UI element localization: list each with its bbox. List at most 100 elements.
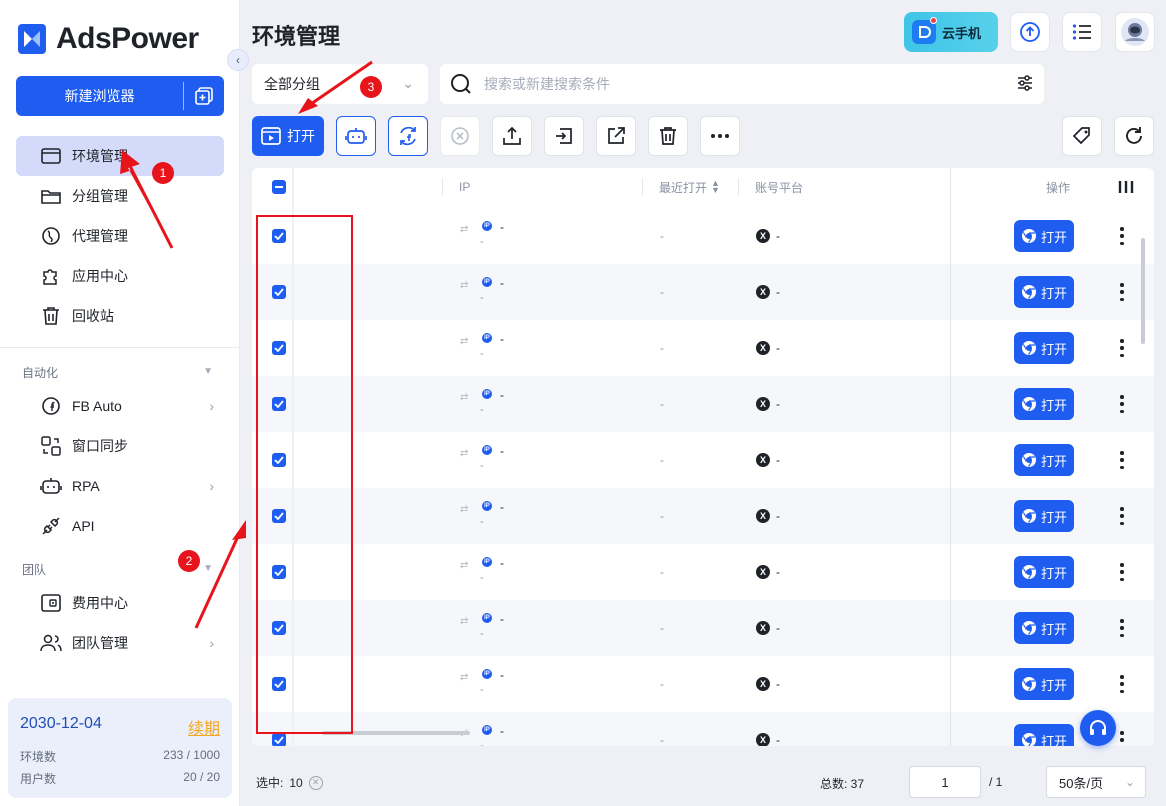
sort-icon[interactable]: ▲ ▼: [711, 179, 720, 195]
x-twitter-icon: X: [756, 453, 770, 467]
table-row[interactable]: ⇄IP---X-打开: [252, 712, 1154, 746]
sidebar-item-team[interactable]: 团队管理 ›: [16, 623, 224, 663]
clear-selection-icon[interactable]: ✕: [308, 775, 323, 790]
open-selected-button[interactable]: 打开: [252, 116, 324, 156]
close-selected-button[interactable]: [440, 116, 480, 156]
last-open-value: -: [660, 509, 664, 523]
column-header-ip[interactable]: IP: [459, 168, 470, 206]
group-select[interactable]: 全部分组 ⌄: [252, 64, 428, 104]
caret-down-icon[interactable]: ▼: [203, 366, 213, 377]
filter-settings-button[interactable]: [1016, 74, 1034, 95]
user-avatar[interactable]: [1115, 12, 1155, 52]
row-more-button[interactable]: [1118, 563, 1126, 581]
column-separator[interactable]: [442, 178, 443, 196]
cloud-phone-button[interactable]: 云手机: [904, 12, 998, 52]
row-more-button[interactable]: [1118, 619, 1126, 637]
row-open-button[interactable]: 打开: [1014, 668, 1074, 700]
row-open-button[interactable]: 打开: [1014, 332, 1074, 364]
support-button[interactable]: [1080, 710, 1116, 746]
row-open-button[interactable]: 打开: [1014, 724, 1074, 746]
page-size-select[interactable]: 50条/页 ⌄: [1046, 766, 1146, 798]
sidebar-item-label: 环境管理: [72, 148, 128, 164]
platform-account: -: [776, 341, 780, 355]
table-row[interactable]: ⇄IP---X-打开: [252, 376, 1154, 432]
search-icon: [451, 74, 471, 94]
row-more-button[interactable]: [1118, 731, 1126, 746]
refresh-icon: [1126, 127, 1142, 144]
delete-button[interactable]: [648, 116, 688, 156]
sidebar-item-app-center[interactable]: 应用中心: [16, 256, 224, 296]
column-settings-button[interactable]: [1118, 168, 1134, 206]
upgrade-button[interactable]: [1010, 12, 1050, 52]
rpa-button[interactable]: [336, 116, 376, 156]
search-input[interactable]: 搜索或新建搜索条件: [440, 64, 1044, 104]
ip-badge-icon: IP: [482, 221, 492, 231]
sidebar-item-label: 分组管理: [72, 188, 128, 204]
row-more-button[interactable]: [1118, 339, 1126, 357]
table-row[interactable]: ⇄IP---X-打开: [252, 600, 1154, 656]
table-row[interactable]: ⇄IP---X-打开: [252, 320, 1154, 376]
row-more-button[interactable]: [1118, 507, 1126, 525]
row-open-button[interactable]: 打开: [1014, 388, 1074, 420]
upload-button[interactable]: [492, 116, 532, 156]
fb-sync-button[interactable]: [388, 116, 428, 156]
sidebar-item-label: API: [72, 518, 95, 534]
facebook-auto-icon: [40, 395, 62, 417]
table-row[interactable]: ⇄IP---X-打开: [252, 264, 1154, 320]
row-checkbox[interactable]: [272, 733, 286, 746]
column-header-last-open[interactable]: 最近打开 ▲ ▼: [659, 168, 720, 206]
table-row[interactable]: ⇄IP---X-打开: [252, 208, 1154, 264]
last-open-value: -: [660, 733, 664, 746]
sidebar-item-profiles[interactable]: 环境管理: [16, 136, 224, 176]
row-open-button[interactable]: 打开: [1014, 444, 1074, 476]
astronaut-avatar-icon: [1121, 18, 1149, 46]
vertical-scrollbar[interactable]: [1141, 238, 1145, 344]
sidebar-item-rpa[interactable]: RPA ›: [16, 466, 224, 506]
swap-icon: ⇄: [460, 280, 469, 291]
table-row[interactable]: ⇄IP---X-打开: [252, 544, 1154, 600]
row-open-label: 打开: [1040, 453, 1067, 469]
row-more-button[interactable]: [1118, 451, 1126, 469]
row-open-button[interactable]: 打开: [1014, 556, 1074, 588]
caret-down-icon[interactable]: ▼: [203, 563, 213, 574]
renew-link[interactable]: 续期: [188, 715, 220, 739]
table-row[interactable]: ⇄IP---X-打开: [252, 488, 1154, 544]
ip-location: -: [480, 292, 484, 304]
row-open-button[interactable]: 打开: [1014, 500, 1074, 532]
row-more-button[interactable]: [1118, 675, 1126, 693]
sidebar-item-billing[interactable]: 费用中心: [16, 583, 224, 623]
table-row[interactable]: ⇄IP---X-打开: [252, 656, 1154, 712]
row-more-button[interactable]: [1118, 227, 1126, 245]
table-row[interactable]: ⇄IP---X-打开: [252, 432, 1154, 488]
sidebar-item-api[interactable]: API: [16, 506, 224, 546]
task-list-button[interactable]: [1062, 12, 1102, 52]
new-browser-button[interactable]: 新建浏览器: [16, 76, 224, 116]
batch-add-button[interactable]: [184, 87, 224, 105]
row-more-button[interactable]: [1118, 283, 1126, 301]
sidebar-item-proxies[interactable]: 代理管理: [16, 216, 224, 256]
collapse-sidebar-button[interactable]: ‹: [227, 49, 249, 71]
more-actions-button[interactable]: [700, 116, 740, 156]
tag-button[interactable]: [1062, 116, 1102, 156]
sidebar-item-groups[interactable]: 分组管理: [16, 176, 224, 216]
sidebar-item-window-sync[interactable]: 窗口同步: [16, 426, 224, 466]
column-separator[interactable]: [738, 178, 739, 196]
platform-account: -: [776, 621, 780, 635]
share-button[interactable]: [596, 116, 636, 156]
page-number-input[interactable]: 1: [909, 766, 981, 798]
x-twitter-icon: X: [756, 565, 770, 579]
plan-card: 2030-12-04 续期 环境数 233 / 1000 用户数 20 / 20: [8, 698, 232, 798]
refresh-button[interactable]: [1114, 116, 1154, 156]
sidebar-item-fb-auto[interactable]: FB Auto ›: [16, 386, 224, 426]
import-button[interactable]: [544, 116, 584, 156]
select-all-checkbox[interactable]: [272, 168, 286, 206]
column-separator[interactable]: [642, 178, 643, 196]
column-header-platform[interactable]: 账号平台: [755, 168, 803, 206]
row-open-button[interactable]: 打开: [1014, 220, 1074, 252]
sidebar-item-recycle-bin[interactable]: 回收站: [16, 296, 224, 336]
row-open-button[interactable]: 打开: [1014, 276, 1074, 308]
row-more-button[interactable]: [1118, 395, 1126, 413]
row-open-button[interactable]: 打开: [1014, 612, 1074, 644]
app-window: AdsPower ‹ 新建浏览器 环境管理 分组管理 代理管理 应用中心 回收站…: [0, 0, 1166, 806]
page-size-value: 50条/页: [1059, 775, 1104, 791]
